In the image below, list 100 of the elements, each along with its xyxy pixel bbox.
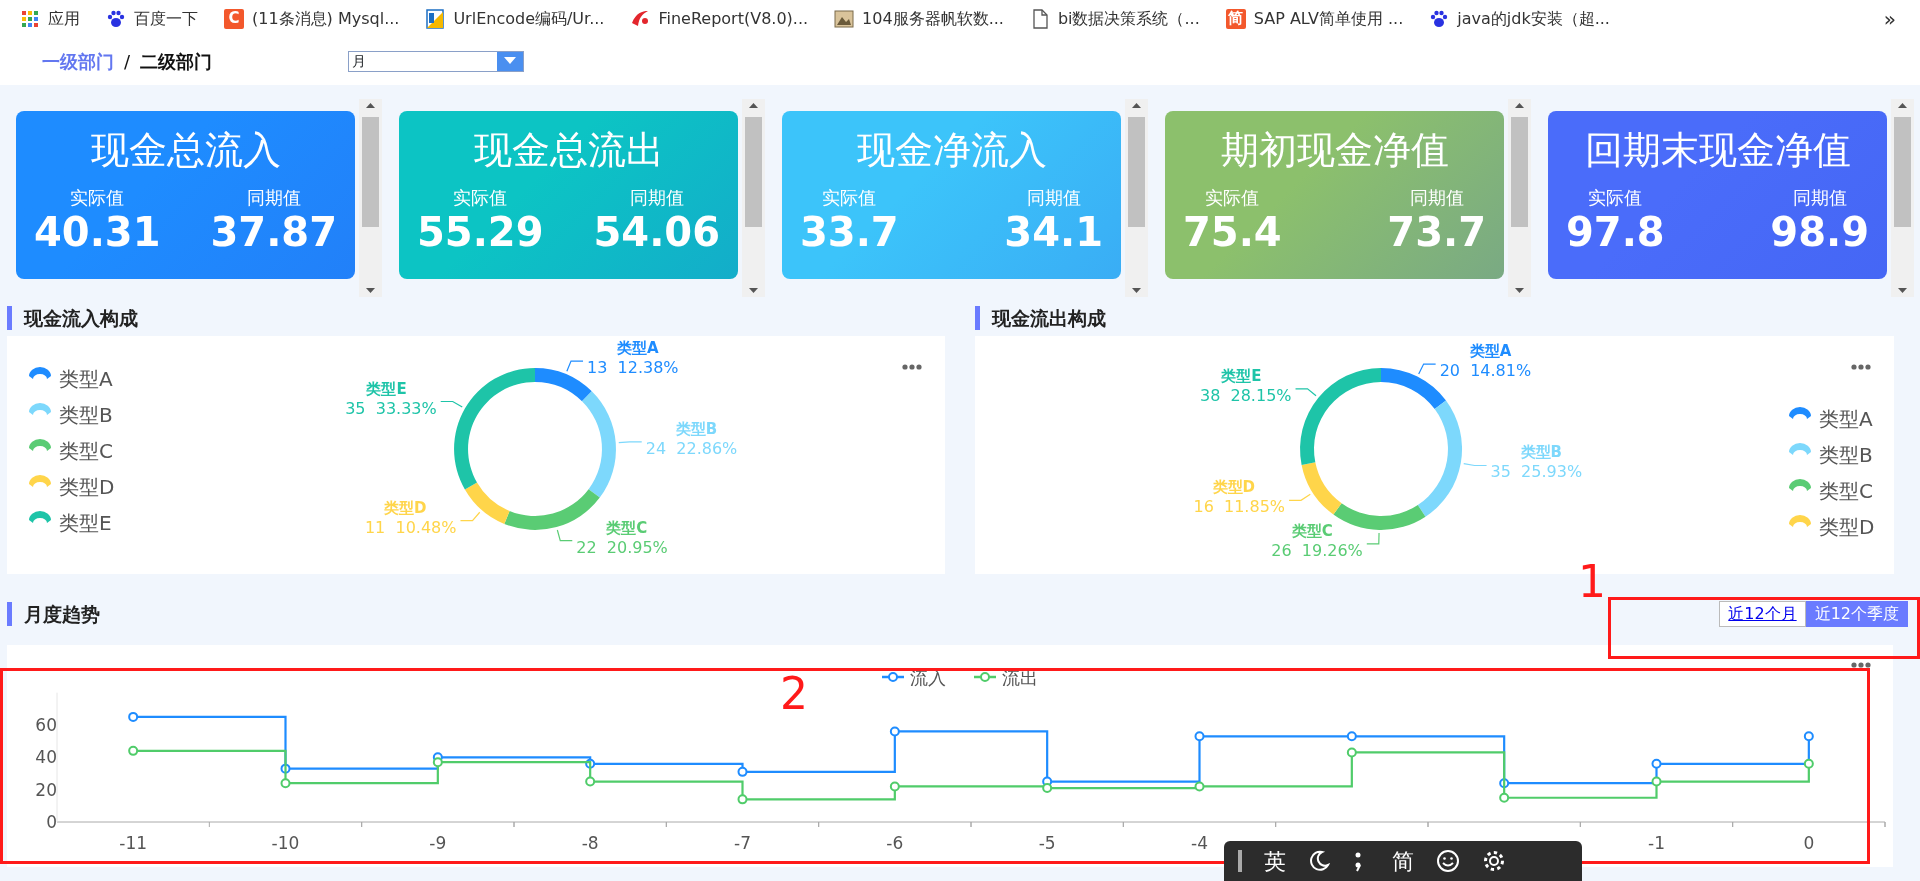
axis-label: -11 [119,833,148,853]
more-icon[interactable] [902,364,922,370]
bookmark-link[interactable]: 应用 [20,6,80,31]
slice-label: 类型D [1212,478,1256,497]
axis-label: -1 [1648,833,1665,853]
bookmark-link[interactable]: 百度一下 [106,6,198,31]
kpi-title: 回期末现金净值 [1583,127,1852,174]
bookmark-link[interactable]: java的jdk安装（超... [1429,6,1610,31]
axis-label: 40 [35,747,57,768]
more-bookmarks-button[interactable]: » [1883,3,1896,34]
data-point [1194,731,1205,742]
swoosh-icon [630,8,651,29]
data-point [1346,747,1357,758]
section-marker [7,306,12,330]
legend-label: 类型E [59,511,112,535]
smiley-icon[interactable] [1436,849,1460,873]
kpi-label: 同期值 [245,187,302,209]
legend-icon [29,511,51,523]
kpi-title: 现金总流出 [472,127,665,174]
more-icon[interactable] [1851,364,1871,370]
legend-label: 类型A [1819,407,1873,431]
slice-value: 26 19.26% [1271,540,1363,560]
slice-value: 22 20.95% [576,537,668,557]
slice-label: 类型C [1291,521,1333,540]
paw-icon [1429,8,1450,29]
period-select[interactable]: 月 [348,50,525,72]
data-point [128,745,139,756]
leader-line [440,400,463,408]
slice-label: 类型C [606,518,648,537]
slice-label: 类型E [366,379,407,398]
axis-label: -9 [429,833,447,853]
legend-label: 类型B [1819,443,1873,467]
legend-icon [1789,515,1811,527]
slice-label: 类型B [1520,443,1562,462]
legend-label: 类型D [1819,515,1875,539]
letter-icon: 简 [1225,8,1246,29]
legend-icon [882,672,904,682]
slice-label: 类型B [675,419,718,438]
kpi-label: 同期值 [628,187,685,209]
data-point [1346,731,1357,742]
drag-handle-icon[interactable] [1238,850,1242,872]
data-point [1803,731,1814,742]
data-point [1651,758,1662,769]
range-button[interactable]: 近12个季度 [1805,601,1908,627]
kpi-label: 实际值 [69,187,126,209]
bookmark-link[interactable]: bi数据决策系统（... [1029,6,1200,31]
section-marker [7,602,12,626]
legend-label: 类型A [59,367,113,391]
kpi-value: 73.7 [1387,209,1486,255]
data-point [737,794,748,805]
kpi-value: 54.06 [593,209,720,255]
legend-icon [29,439,51,451]
leader-line [618,441,643,444]
bookmark-link[interactable]: 简 SAP ALV简单使用 ... [1225,6,1404,31]
kpi-label: 实际值 [821,187,878,209]
section-title: 月度趋势 [24,601,100,627]
apps-icon [20,8,40,29]
leader-line [1294,388,1317,397]
kpi-title: 现金净流入 [855,127,1048,174]
slice-value: 16 11.85% [1193,497,1286,517]
slice-value: 35 25.93% [1490,462,1583,482]
range-button[interactable]: 近12个月 [1719,601,1806,627]
data-point [889,781,900,792]
kpi-label: 实际值 [452,187,509,209]
slice-label: 类型A [617,339,659,358]
charset-toggle[interactable]: 简 [1392,844,1414,878]
legend-label: 类型D [59,475,115,499]
bookmark-link[interactable]: 104服务器帆软数... [834,6,1004,31]
axis-label: -7 [734,833,751,853]
axis-label: -8 [581,833,599,853]
leader-line [1418,363,1437,375]
language-toggle[interactable]: 英 [1264,844,1286,878]
section-marker [975,306,980,330]
kpi-value: 55.29 [417,209,544,255]
kpi-value: 98.9 [1770,209,1869,255]
data-point [1499,792,1510,803]
kpi-value: 97.8 [1566,209,1665,255]
leader-line [1463,463,1488,467]
axis-label: -10 [271,833,300,853]
moon-icon[interactable] [1308,850,1330,872]
data-point [1803,758,1814,769]
paw-icon [106,8,126,29]
breadcrumb-link[interactable]: 一级部门 [42,47,114,75]
settings-icon[interactable] [1482,849,1506,873]
more-icon[interactable] [1851,662,1871,668]
data-point [128,711,139,722]
legend-icon [29,403,51,415]
bookmark-link[interactable]: UrlEncode编码/Ur... [425,6,605,31]
kpi-label: 实际值 [1204,187,1261,209]
kpi-value: 33.7 [800,209,899,255]
bookmark-link[interactable]: C (11条消息) Mysql... [224,6,400,31]
caret-icon [504,57,517,65]
legend-label: 类型C [1819,479,1873,503]
axis-label: 20 [35,779,57,800]
bookmark-link[interactable]: FineReport(V8.0)... [630,6,809,31]
leader-line [459,511,481,522]
data-point [737,766,748,777]
data-point [280,763,291,774]
kpi-title: 现金总流入 [89,127,282,174]
slice-value: 35 33.33% [345,398,437,418]
